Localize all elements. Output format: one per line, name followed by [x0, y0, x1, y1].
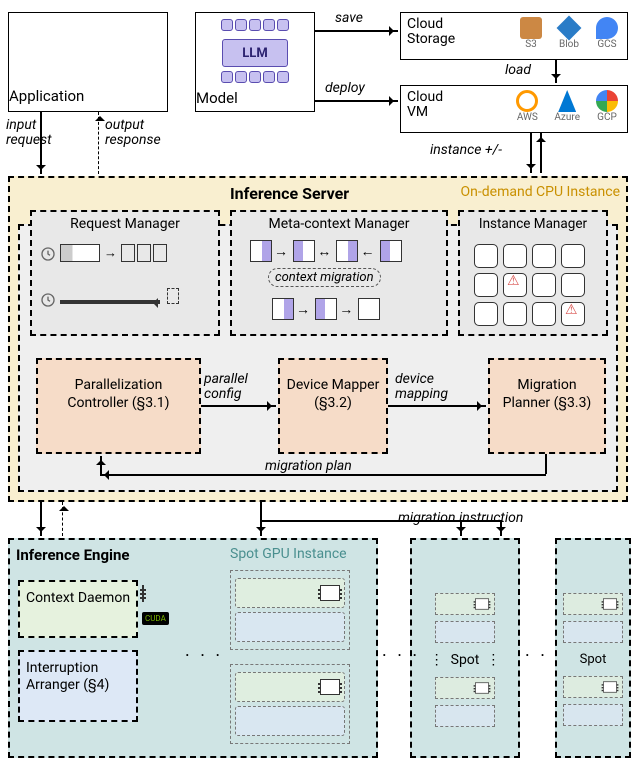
arrow-instance-pm-down [530, 133, 532, 173]
device-mapper-box: Device Mapper (§3.2) [278, 358, 388, 454]
app-icons: </> [9, 23, 167, 38]
label-device-mapping: device mapping [395, 372, 475, 403]
migration-planner-label: Migration Planner (§3.3) [490, 376, 604, 412]
spot-label-2: Spot [580, 652, 607, 667]
context-migration-label: context migration [268, 268, 381, 287]
inference-engine-spot-1: ⋮ Spot ⋮ [410, 538, 520, 758]
blob-icon: Blob [558, 17, 580, 50]
cloud-storage-box: CloudStorage S3 Blob GCS [400, 12, 628, 60]
arrow-migration-plan-v [545, 454, 547, 474]
model-label: Model [196, 89, 238, 107]
azure-icon: Azure [554, 90, 580, 123]
arrow-migration-plan-h [100, 474, 546, 476]
llm-top-dots [196, 19, 314, 35]
inference-server-title: Inference Server [230, 184, 349, 203]
meta-context-manager-box: Meta-context Manager → ↔ ← context migra… [230, 210, 448, 336]
label-load: load [505, 62, 531, 78]
context-row-2: → → [272, 298, 380, 320]
cloud-storage-icons: S3 Blob GCS [517, 17, 621, 50]
instance-grid [466, 238, 593, 332]
interruption-arranger-label: Interruption Arranger (§4) [26, 660, 136, 694]
cloud-vm-icons: AWS Azure GCP [513, 90, 621, 123]
instance-manager-box: Instance Manager [458, 210, 608, 336]
arrow-save [315, 30, 398, 32]
model-box: LLM Model [195, 12, 315, 112]
gpu-node-2 [230, 664, 350, 744]
spot-gpu-label: Spot GPU Instance [230, 546, 347, 562]
context-daemon-box: Context Daemon [18, 580, 138, 638]
s3-icon: S3 [520, 17, 542, 50]
label-input-request: input request [6, 118, 56, 149]
parallelization-controller-box: Parallelization Controller (§3.1) [36, 358, 201, 454]
label-deploy: deploy [325, 80, 365, 96]
llm-bot-dots [196, 71, 314, 87]
request-manager-label: Request Manager [32, 216, 218, 232]
arrow-migration-instr-v1 [460, 520, 462, 536]
arrow-load [555, 60, 557, 83]
arrow-instance-pm-up [540, 133, 542, 173]
application-box: </> Application [8, 12, 168, 112]
label-save: save [335, 10, 363, 26]
clock-icon-1 [40, 246, 56, 266]
device-mapper-label: Device Mapper (§3.2) [280, 376, 386, 412]
label-output-response: output response [105, 118, 175, 149]
meta-context-manager-label: Meta-context Manager [232, 216, 446, 232]
arrow-server-engine-1b [62, 502, 63, 536]
label-parallel-config: parallel config [204, 372, 274, 403]
warning-icon [561, 302, 585, 326]
arrow-server-engine-1 [40, 502, 42, 536]
cloud-storage-label: CloudStorage [407, 17, 467, 48]
interruption-arranger-box: Interruption Arranger (§4) [18, 650, 138, 722]
inference-engine-title: Inference Engine [16, 546, 130, 564]
ondemand-instance-label: On-demand CPU Instance [461, 184, 620, 200]
cloud-vm-label: CloudVM [407, 90, 457, 121]
queue-row-1: → [60, 244, 167, 262]
arrow-parallel-config [201, 405, 276, 407]
arrow-device-mapping [388, 405, 486, 407]
gcs-icon: GCS [596, 17, 618, 50]
gpu-icon-1 [142, 586, 144, 601]
cloud-vm-box: CloudVM AWS Azure GCP [400, 85, 628, 133]
context-daemon-label: Context Daemon [26, 590, 130, 607]
label-instance-pm: instance +/- [430, 142, 502, 158]
label-migration-plan: migration plan [265, 458, 352, 474]
arrow-server-engine-2 [260, 502, 262, 536]
llm-block: LLM [196, 39, 314, 67]
cuda-icon: CUDA [142, 612, 169, 625]
arrow-migration-instr-h [260, 520, 500, 522]
arrow-deploy [315, 100, 398, 102]
context-row-1: → ↔ ← [250, 240, 402, 262]
aws-icon: AWS [516, 90, 538, 123]
arrow-migration-plan-up [100, 456, 102, 474]
gpu-node-1 [230, 570, 350, 650]
migration-planner-box: Migration Planner (§3.3) [488, 358, 606, 454]
arrow-migration-instr-v2 [500, 520, 502, 536]
request-manager-box: Request Manager → [30, 210, 220, 336]
inference-engine-spot-2: Spot [555, 538, 631, 758]
gcp-icon: GCP [596, 90, 618, 123]
arrow-output-response [98, 112, 99, 174]
queue-row-2 [60, 288, 179, 308]
dots-before-spots: . . . [382, 640, 420, 661]
instance-manager-label: Instance Manager [460, 216, 606, 232]
dots-internal: . . . [185, 640, 223, 661]
application-label: Application [9, 87, 84, 105]
spot-label-1: Spot [451, 652, 480, 668]
clock-icon-2 [40, 292, 56, 312]
parallelization-controller-label: Parallelization Controller (§3.1) [38, 376, 199, 412]
warning-icon [503, 273, 527, 297]
